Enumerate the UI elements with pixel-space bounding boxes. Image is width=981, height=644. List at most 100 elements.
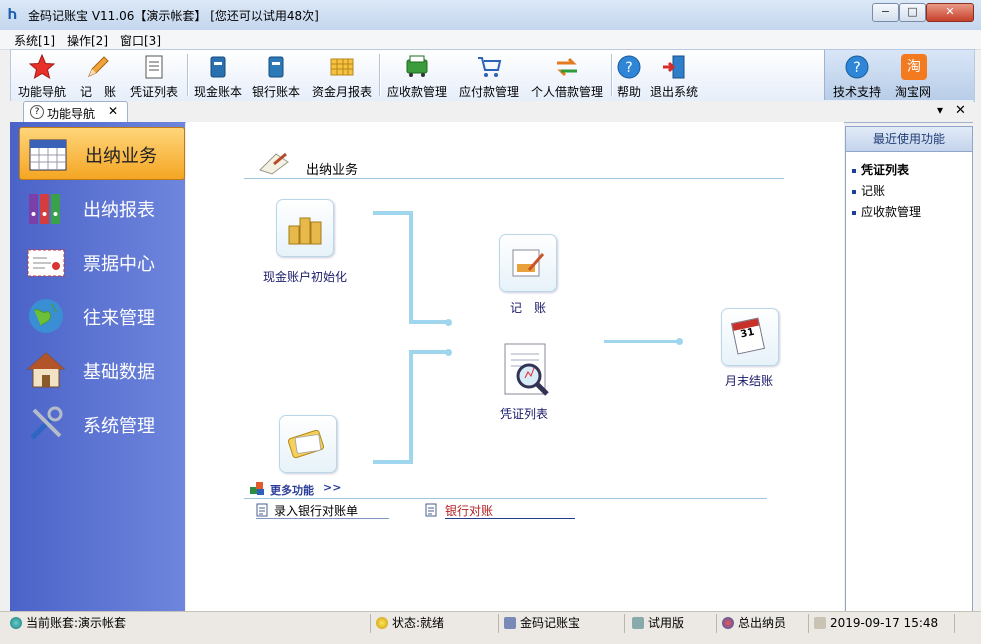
toolbar-fund-report-button[interactable]: 资金月报表 <box>309 52 375 99</box>
maximize-button[interactable]: □ <box>899 3 926 22</box>
close-button[interactable]: ✕ <box>926 3 974 22</box>
status-edition: 试用版 <box>632 614 717 633</box>
toolbar-exit-button[interactable]: 退出系统 <box>647 52 701 99</box>
recent-item[interactable]: 应收款管理 <box>852 203 921 220</box>
toolbar-label: 凭证列表 <box>129 85 178 99</box>
nav-item-contacts[interactable]: 往来管理 <box>18 290 185 341</box>
flow-dot <box>445 349 452 356</box>
payable-cart-icon <box>478 57 502 77</box>
status-user-text: 总出纳员 <box>738 616 787 630</box>
toolbar-payable-button[interactable]: 应付款管理 <box>455 52 523 99</box>
ledger-pencil-icon <box>512 249 545 277</box>
calendar-page-icon: 31 <box>730 317 766 355</box>
recent-item[interactable]: 凭证列表 <box>852 161 909 178</box>
status-app-text: 金码记账宝 <box>520 616 581 630</box>
tools-icon <box>30 406 63 440</box>
status-account: 当前账套:演示帐套 <box>10 614 371 633</box>
nav-label: 基础数据 <box>83 362 155 383</box>
left-nav: 出纳业务 出纳报表 票据中心 往来管理 基础数据 系统管理 <box>10 122 185 611</box>
bullet-icon <box>852 189 856 194</box>
clock-icon <box>814 617 826 629</box>
toolbar-label: 功能导航 <box>17 85 66 99</box>
document-small-icon <box>256 503 268 517</box>
toolbar-label: 资金月报表 <box>311 85 372 99</box>
bullet-icon <box>852 168 856 173</box>
exit-door-icon <box>663 55 685 79</box>
toolbar-label: 应付款管理 <box>458 85 519 99</box>
status-account-text: 当前账套:演示帐套 <box>26 616 127 630</box>
envelope-bill-icon <box>27 249 65 277</box>
nav-item-cashier-report[interactable]: 出纳报表 <box>18 182 185 233</box>
calendar-grid-icon <box>29 139 67 171</box>
menu-system[interactable]: 系统[1] <box>14 32 55 49</box>
tab-strip: ? 功能导航 ✕ ▾ ✕ <box>10 101 973 123</box>
toolbar-help-button[interactable]: ? 帮助 <box>614 52 644 99</box>
flow-line <box>409 350 413 464</box>
toolbar-nav-button[interactable]: 功能导航 <box>13 52 71 99</box>
status-datetime: 2019-09-17 15:48 <box>814 614 955 633</box>
menu-window[interactable]: 窗口[3] <box>120 32 161 49</box>
status-bar: 当前账套:演示帐套 状态:就绪 金码记账宝 试用版 总出纳员 2019-09-1… <box>0 611 981 644</box>
toolbar-label: 现金账本 <box>193 85 242 99</box>
nav-item-bill-center[interactable]: 票据中心 <box>18 236 185 287</box>
flow-line <box>373 211 413 215</box>
star-icon <box>29 54 55 80</box>
cash-account-init-button[interactable] <box>276 199 334 257</box>
nav-item-cashier[interactable]: 出纳业务 <box>19 127 185 180</box>
house-icon <box>26 352 66 388</box>
toolbar-tech-support-button[interactable]: ? 技术支持 <box>829 52 885 99</box>
cash-book-icon <box>210 56 226 78</box>
toolbar-label: 个人借款管理 <box>530 85 603 99</box>
nav-item-base-data[interactable]: 基础数据 <box>18 344 185 395</box>
help-circle-icon: ? <box>30 105 44 119</box>
pencil-icon <box>88 56 109 77</box>
status-edition-text: 试用版 <box>648 616 685 630</box>
toolbar-cash-book-button[interactable]: 现金账本 <box>191 52 245 99</box>
month-end-close-button[interactable]: 31 <box>721 308 779 366</box>
flow-dot <box>676 338 683 345</box>
bookkeeping-button[interactable] <box>499 234 557 292</box>
more-arrows-icon[interactable]: >> <box>323 481 341 494</box>
tab-close-icon[interactable]: ✕ <box>108 104 118 118</box>
svg-text:?: ? <box>853 60 860 76</box>
tab-area-close-icon[interactable]: ✕ <box>955 103 966 118</box>
globe-small-icon <box>10 617 22 629</box>
app-logo-icon: Ⴙ <box>8 7 17 23</box>
toolbar-bookkeeping-button[interactable]: 记 账 <box>75 52 121 99</box>
globe-icon <box>29 299 63 333</box>
section-title: 出纳业务 <box>306 163 359 178</box>
tab-dropdown-icon[interactable]: ▾ <box>937 103 943 117</box>
month-end-close-label: 月末结账 <box>725 374 774 388</box>
minimize-button[interactable]: − <box>872 3 899 22</box>
toolbar-label: 退出系统 <box>649 85 698 99</box>
toolbar-taobao-button[interactable]: 淘 淘宝网 <box>891 52 935 99</box>
link-import-bank-statement[interactable]: 录入银行对账单 <box>274 502 358 519</box>
toolbar-label: 技术支持 <box>832 85 881 99</box>
binders-icon <box>29 194 60 224</box>
more-divider <box>244 498 767 499</box>
voucher-list-button[interactable] <box>499 340 561 402</box>
nav-item-system[interactable]: 系统管理 <box>18 398 185 449</box>
toolbar-voucher-list-button[interactable]: 凭证列表 <box>125 52 183 99</box>
toolbar-right-group: ? 技术支持 淘 淘宝网 <box>824 50 974 100</box>
recent-item[interactable]: 记账 <box>852 182 885 199</box>
bank-card-button[interactable] <box>279 415 337 473</box>
taobao-icon: 淘 <box>901 54 927 80</box>
receivable-icon <box>406 55 428 77</box>
toolbar-receivable-button[interactable]: 应收款管理 <box>383 52 451 99</box>
users-icon <box>722 617 734 629</box>
tab-function-nav[interactable]: ? 功能导航 ✕ <box>23 101 128 122</box>
more-functions-label[interactable]: 更多功能 <box>270 482 314 498</box>
document-icon <box>145 55 163 79</box>
toolbar-label: 淘宝网 <box>894 85 931 99</box>
toolbar-personal-loan-button[interactable]: 个人借款管理 <box>527 52 607 99</box>
menu-operation[interactable]: 操作[2] <box>67 32 108 49</box>
toolbar-bank-book-button[interactable]: 银行账本 <box>249 52 303 99</box>
toolbar-label: 帮助 <box>616 85 641 99</box>
tab-label: 功能导航 <box>47 107 96 121</box>
flow-line <box>409 211 413 324</box>
link-bank-reconcile[interactable]: 银行对账 <box>445 502 493 519</box>
flow-line <box>373 460 413 464</box>
flow-line <box>604 340 678 343</box>
toolbar-separator <box>379 54 381 96</box>
